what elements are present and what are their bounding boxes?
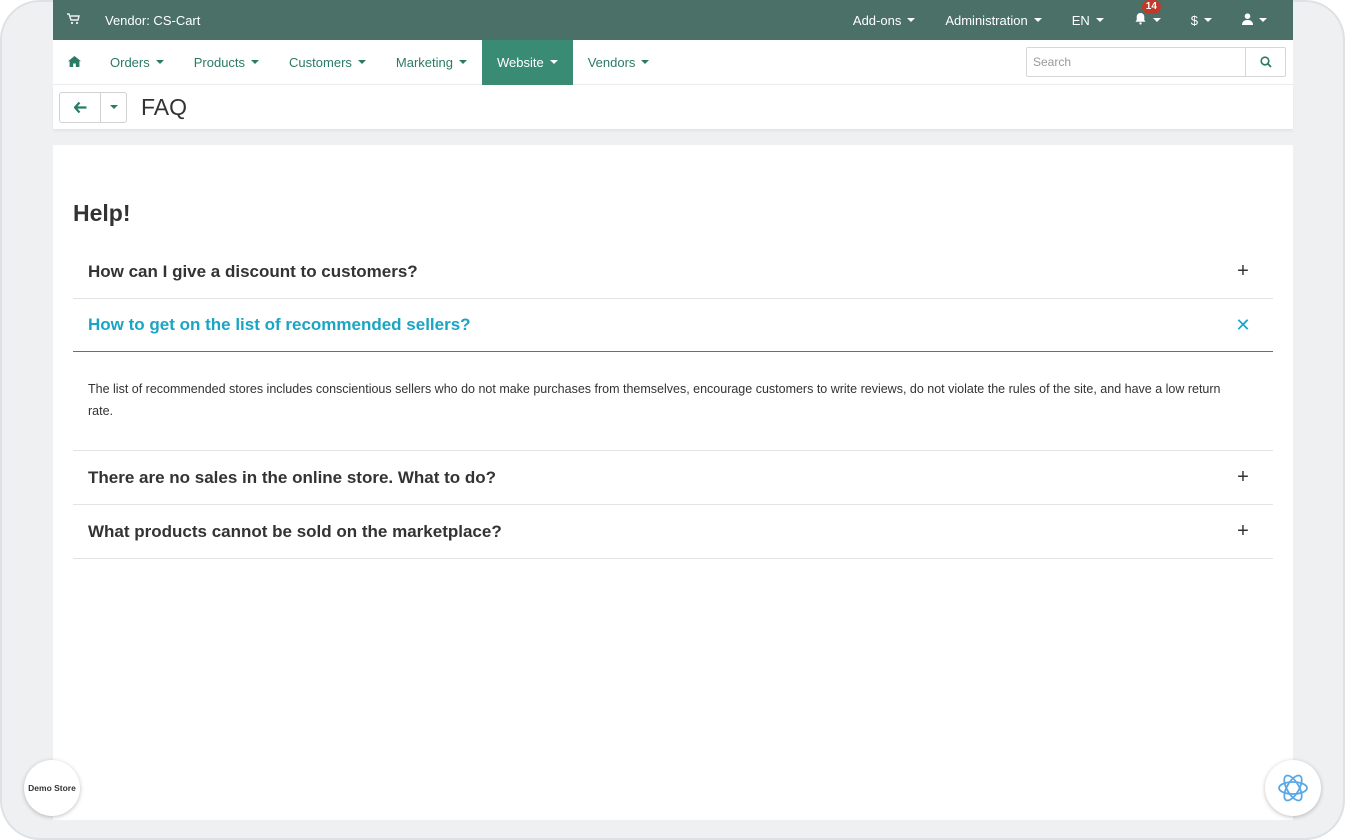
- nav-customers[interactable]: Customers: [274, 40, 381, 85]
- faq-question: What products cannot be sold on the mark…: [88, 521, 502, 541]
- faq-question-toggle[interactable]: What products cannot be sold on the mark…: [73, 505, 1273, 558]
- nav-vendors[interactable]: Vendors: [573, 40, 665, 85]
- bell-icon: 14: [1134, 0, 1161, 28]
- chevron-down-icon: [1033, 18, 1042, 22]
- vendor-label[interactable]: Vendor: CS-Cart: [105, 13, 200, 28]
- faq-item: There are no sales in the online store. …: [73, 451, 1273, 505]
- chevron-down-icon: [251, 60, 260, 64]
- plus-icon: +: [1237, 466, 1249, 488]
- nav-website-label: Website: [496, 54, 544, 70]
- chevron-down-icon: [641, 60, 650, 64]
- cart-icon[interactable]: [53, 12, 93, 28]
- nav-products-label: Products: [193, 54, 246, 70]
- close-icon: ✕: [1235, 314, 1251, 335]
- search-button[interactable]: [1245, 48, 1285, 76]
- nav-website[interactable]: Website: [481, 39, 573, 85]
- faq-question-toggle[interactable]: There are no sales in the online store. …: [73, 451, 1273, 504]
- ai-assistant-button[interactable]: [1265, 760, 1321, 816]
- demo-store-label: Demo Store: [28, 783, 76, 793]
- chevron-down-icon: [109, 105, 118, 109]
- addons-menu[interactable]: Add-ons: [852, 12, 916, 28]
- chevron-down-icon: [549, 60, 558, 64]
- nav-marketing-label: Marketing: [395, 54, 453, 70]
- ai-assistant-icon: [1278, 774, 1308, 802]
- administration-menu-label: Administration: [945, 12, 1028, 28]
- chevron-down-icon: [458, 60, 467, 64]
- faq-answer: The list of recommended stores includes …: [88, 382, 1221, 418]
- chevron-down-icon: [1152, 18, 1161, 22]
- faq-question: How can I give a discount to customers?: [88, 261, 418, 281]
- faq-question-toggle[interactable]: How to get on the list of recommended se…: [73, 299, 1273, 352]
- arrow-left-icon: [73, 101, 86, 113]
- language-menu[interactable]: EN: [1072, 13, 1104, 28]
- search-icon: [1259, 56, 1272, 68]
- faq-question: How to get on the list of recommended se…: [88, 315, 471, 334]
- faq-heading: Help!: [73, 200, 131, 226]
- nav-vendors-label: Vendors: [587, 54, 636, 70]
- page-title: FAQ: [141, 93, 188, 120]
- chevron-down-icon: [1095, 18, 1104, 22]
- chevron-down-icon: [1204, 18, 1212, 22]
- plus-icon: +: [1237, 260, 1249, 282]
- main-content: Help! How can I give a discount to custo…: [53, 145, 1293, 820]
- page-header: FAQ: [53, 85, 1293, 129]
- nav-marketing[interactable]: Marketing: [381, 40, 482, 85]
- addons-menu-label: Add-ons: [852, 12, 902, 28]
- faq-question-toggle[interactable]: How can I give a discount to customers? …: [73, 245, 1273, 298]
- plus-icon: +: [1237, 520, 1249, 542]
- user-icon: [1242, 12, 1253, 28]
- search-box: [1026, 47, 1286, 77]
- administration-menu[interactable]: Administration: [945, 12, 1042, 28]
- nav-customers-label: Customers: [289, 54, 352, 70]
- chevron-down-icon: [1259, 18, 1267, 22]
- notification-count-badge: 14: [1141, 0, 1161, 14]
- user-menu[interactable]: [1242, 12, 1267, 28]
- search-input[interactable]: [1027, 48, 1245, 76]
- chevron-down-icon: [155, 60, 164, 64]
- nav-orders[interactable]: Orders: [95, 40, 179, 85]
- faq-item: How can I give a discount to customers? …: [73, 245, 1273, 299]
- back-dropdown-button[interactable]: [101, 93, 126, 122]
- back-button-group: [59, 91, 127, 123]
- currency-menu[interactable]: $: [1191, 13, 1212, 28]
- back-button[interactable]: [60, 92, 101, 122]
- currency-label: $: [1190, 12, 1198, 28]
- home-icon[interactable]: [53, 55, 95, 70]
- faq-accordion: How can I give a discount to customers? …: [73, 245, 1273, 559]
- notifications-menu[interactable]: 14: [1134, 0, 1161, 28]
- main-nav: Orders Products Customers Marketing Webs…: [53, 39, 1293, 85]
- chevron-down-icon: [357, 60, 366, 64]
- faq-question: There are no sales in the online store. …: [88, 467, 497, 487]
- language-label: EN: [1071, 12, 1090, 28]
- faq-item: What products cannot be sold on the mark…: [73, 505, 1273, 559]
- chevron-down-icon: [907, 18, 916, 22]
- nav-orders-label: Orders: [110, 54, 150, 70]
- nav-products[interactable]: Products: [179, 40, 274, 85]
- top-bar: Vendor: CS-Cart Add-ons Administration E…: [53, 0, 1293, 40]
- faq-item: How to get on the list of recommended se…: [73, 299, 1273, 451]
- demo-store-badge[interactable]: Demo Store: [24, 760, 80, 816]
- app-frame: Vendor: CS-Cart Add-ons Administration E…: [0, 0, 1345, 840]
